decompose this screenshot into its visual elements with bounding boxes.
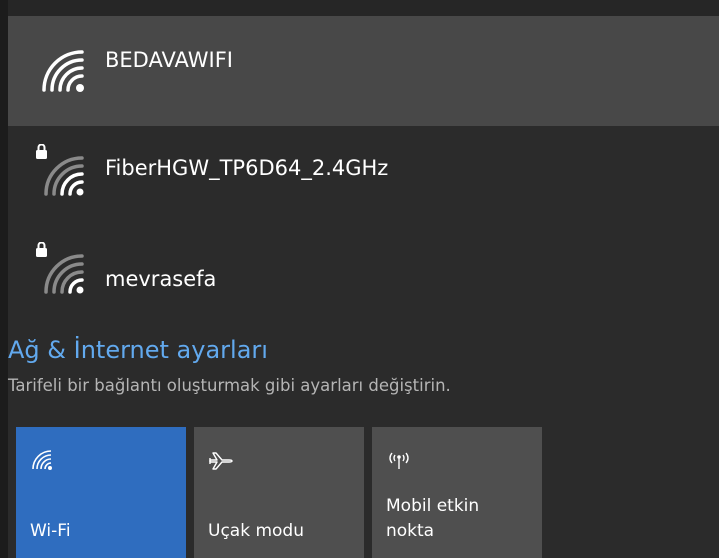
wifi-toggle-tile[interactable]: Wi-Fi — [16, 427, 186, 558]
network-item-mevrasefa[interactable]: mevrasefa — [8, 232, 719, 326]
network-item-bedavawifi[interactable]: BEDAVAWIFI — [8, 16, 719, 126]
airplane-mode-tile[interactable]: Uçak modu — [194, 427, 364, 558]
mobile-hotspot-tile[interactable]: Mobil etkin nokta — [372, 427, 542, 558]
tile-label: Uçak modu — [208, 521, 304, 541]
network-settings-description: Tarifeli bir bağlantı oluşturmak gibi ay… — [8, 376, 451, 395]
secured-wifi-signal-icon — [36, 144, 84, 196]
left-edge — [0, 0, 8, 558]
network-name: mevrasefa — [105, 267, 217, 291]
tile-label: Mobil etkin nokta — [386, 496, 480, 541]
top-strip — [0, 0, 719, 16]
network-item-fiberhgw[interactable]: FiberHGW_TP6D64_2.4GHz — [8, 126, 719, 232]
network-name: BEDAVAWIFI — [105, 48, 233, 72]
wifi-icon — [32, 450, 52, 470]
tile-label: Wi-Fi — [30, 521, 71, 541]
network-name: FiberHGW_TP6D64_2.4GHz — [105, 156, 389, 180]
secured-wifi-signal-icon — [36, 242, 84, 294]
network-flyout: BEDAVAWIFI FiberHGW_TP6D64_2.4GHz mevras… — [0, 0, 719, 558]
network-settings-link[interactable]: Ağ & İnternet ayarları — [8, 336, 268, 364]
airplane-icon — [209, 452, 233, 470]
wifi-signal-icon — [42, 50, 84, 92]
hotspot-icon — [389, 452, 409, 469]
